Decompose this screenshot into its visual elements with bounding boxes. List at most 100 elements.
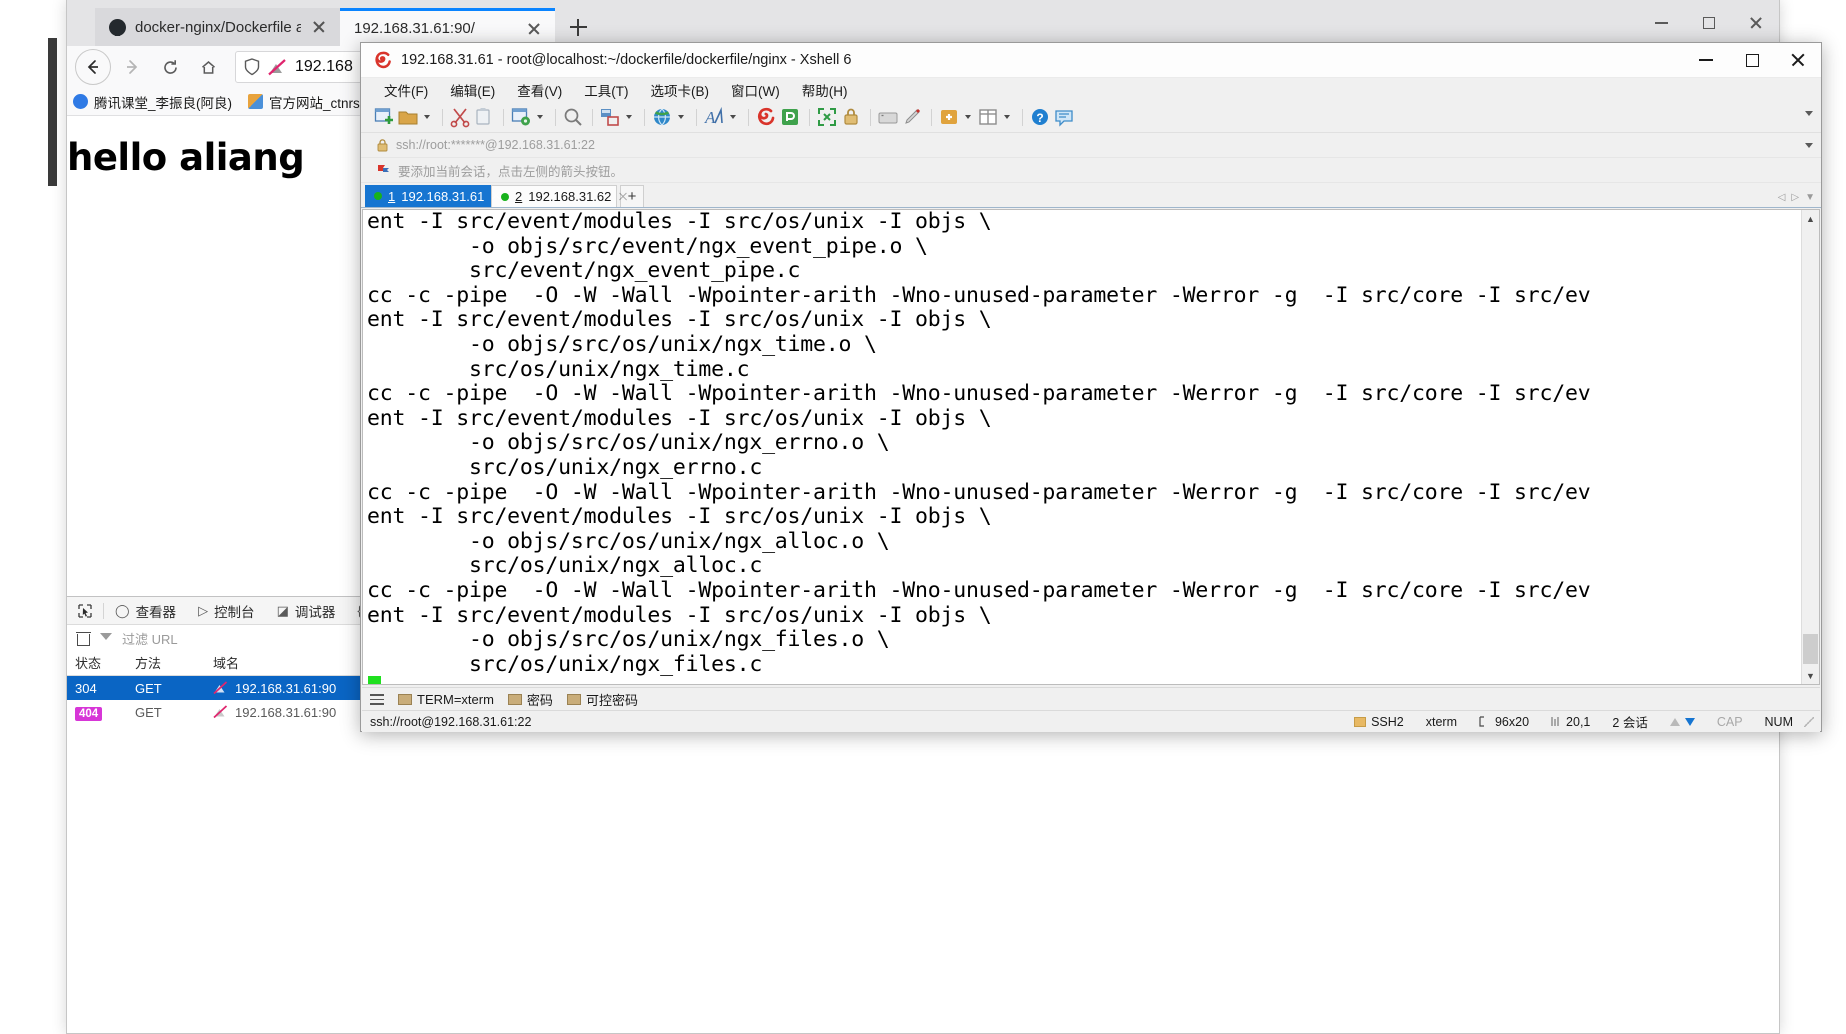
scroll-up-icon[interactable]: ▲ bbox=[1802, 210, 1819, 227]
status-dot-icon bbox=[374, 192, 382, 200]
open-folder-icon[interactable] bbox=[397, 106, 419, 128]
chevron-down-icon[interactable] bbox=[623, 106, 634, 128]
row-method: GET bbox=[135, 704, 162, 720]
feedback-icon[interactable] bbox=[1053, 106, 1075, 128]
svg-text:A: A bbox=[704, 108, 716, 127]
cut-icon[interactable] bbox=[449, 106, 471, 128]
status-size: 96x20 bbox=[1468, 715, 1540, 729]
hamburger-icon[interactable] bbox=[370, 694, 384, 705]
highlight-pen-icon[interactable] bbox=[901, 106, 923, 128]
menu-tools[interactable]: 工具(T) bbox=[573, 80, 639, 100]
lock-icon[interactable] bbox=[840, 106, 862, 128]
menu-window[interactable]: 窗口(W) bbox=[720, 80, 791, 100]
keyboard-icon[interactable] bbox=[877, 106, 899, 128]
xftp-green-icon[interactable] bbox=[779, 106, 801, 128]
scroll-left-icon[interactable]: ◁ bbox=[1778, 192, 1786, 203]
minimize-button[interactable] bbox=[1683, 43, 1729, 77]
ssh-url-text: ssh://root:*******@192.168.31.61:22 bbox=[396, 138, 595, 152]
session-tab-1[interactable]: 1 192.168.31.61 bbox=[365, 185, 491, 207]
resize-grip[interactable] bbox=[1804, 716, 1814, 727]
session-tab-2[interactable]: 2 192.168.31.62 bbox=[491, 185, 617, 207]
find-icon[interactable] bbox=[562, 106, 584, 128]
keyboard-icon bbox=[566, 694, 581, 705]
session-properties-icon[interactable] bbox=[510, 106, 532, 128]
blocked-icon bbox=[213, 705, 228, 719]
menu-edit[interactable]: 编辑(E) bbox=[439, 80, 506, 100]
scroll-right-icon[interactable]: ▷ bbox=[1791, 192, 1799, 203]
inspector-icon: ◯ bbox=[115, 602, 130, 618]
globe-icon[interactable] bbox=[651, 106, 673, 128]
tab-list-icon[interactable]: ▼ bbox=[1805, 192, 1815, 203]
quick-button-term[interactable]: TERM=xterm bbox=[398, 692, 494, 707]
column-header-method[interactable]: 方法 bbox=[135, 653, 213, 672]
xshell-quick-command-bar: TERM=xterm 密码 可控密码 bbox=[362, 687, 1820, 711]
browser-tab-title: 192.168.31.61:90/ bbox=[354, 20, 475, 37]
new-tab-button[interactable] bbox=[561, 10, 595, 44]
close-icon[interactable] bbox=[525, 20, 543, 38]
menu-file[interactable]: 文件(F) bbox=[373, 80, 439, 100]
quick-button-controllable-password[interactable]: 可控密码 bbox=[566, 690, 638, 709]
chevron-down-icon[interactable] bbox=[962, 106, 973, 128]
tab-inspector[interactable]: ◯ 查看器 bbox=[104, 597, 187, 624]
chevron-down-icon[interactable] bbox=[1805, 142, 1813, 148]
fullscreen-icon[interactable] bbox=[816, 106, 838, 128]
maximize-button[interactable] bbox=[1729, 43, 1775, 77]
status-transfer-indicators bbox=[1659, 717, 1706, 726]
chevron-down-icon[interactable] bbox=[1001, 106, 1012, 128]
maximize-button[interactable] bbox=[1685, 0, 1732, 46]
trash-icon[interactable] bbox=[76, 631, 91, 646]
tab-debugger[interactable]: ◪ 调试器 bbox=[266, 597, 347, 624]
font-icon[interactable]: A bbox=[703, 106, 725, 128]
row-method: GET bbox=[135, 680, 162, 696]
bookmark-icon bbox=[248, 94, 263, 109]
tab-scroll-controls[interactable]: ◁ ▷ ▼ bbox=[1778, 192, 1815, 203]
menu-tabs[interactable]: 选项卡(B) bbox=[640, 80, 721, 100]
chevron-down-icon[interactable] bbox=[675, 106, 686, 128]
paste-icon[interactable] bbox=[473, 106, 495, 128]
quick-button-password[interactable]: 密码 bbox=[507, 690, 553, 709]
menu-help[interactable]: 帮助(H) bbox=[791, 80, 859, 100]
browser-tab-nginx[interactable]: 192.168.31.61:90/ bbox=[340, 8, 555, 46]
xshell-address-bar[interactable]: ssh://root:*******@192.168.31.61:22 bbox=[361, 133, 1821, 158]
browser-tab-title: docker-nginx/Dockerfile at bbox=[135, 18, 301, 36]
scrollbar-thumb[interactable] bbox=[1803, 634, 1818, 664]
reload-button[interactable] bbox=[153, 50, 187, 84]
close-button[interactable] bbox=[1775, 43, 1821, 77]
help-icon[interactable]: ? bbox=[1029, 106, 1051, 128]
back-button[interactable] bbox=[75, 49, 111, 85]
transfer-files-icon[interactable] bbox=[599, 106, 621, 128]
home-button[interactable] bbox=[191, 50, 225, 84]
layout-icon[interactable] bbox=[977, 106, 999, 128]
new-session-icon[interactable] bbox=[373, 106, 395, 128]
shield-icon[interactable] bbox=[244, 58, 260, 76]
folder-icon bbox=[1354, 716, 1367, 727]
status-protocol: SSH2 bbox=[1343, 715, 1415, 729]
forward-button[interactable] bbox=[115, 50, 149, 84]
add-item-icon[interactable] bbox=[938, 106, 960, 128]
svg-text:?: ? bbox=[1036, 111, 1043, 125]
bookmark-item-tencent[interactable]: 腾讯课堂_李振良(阿良) bbox=[73, 92, 232, 112]
home-icon bbox=[201, 60, 215, 74]
toolbar-overflow-chevron-icon[interactable] bbox=[1805, 111, 1813, 116]
browser-tab-github[interactable]: docker-nginx/Dockerfile at bbox=[95, 8, 340, 46]
close-icon[interactable] bbox=[310, 18, 328, 36]
close-button[interactable] bbox=[1732, 0, 1779, 46]
chevron-down-icon[interactable] bbox=[534, 106, 545, 128]
minimize-button[interactable] bbox=[1638, 0, 1685, 46]
terminal-scrollbar[interactable]: ▲ ▼ bbox=[1801, 210, 1819, 684]
status-num: NUM bbox=[1764, 714, 1793, 729]
row-status: 404 bbox=[67, 705, 135, 721]
page-title: hello aliang bbox=[67, 136, 305, 179]
element-picker-icon[interactable] bbox=[67, 597, 103, 624]
menu-view[interactable]: 查看(V) bbox=[506, 80, 573, 100]
noscript-blocked-icon[interactable] bbox=[268, 58, 287, 76]
chevron-down-icon[interactable] bbox=[727, 106, 738, 128]
tab-console[interactable]: ▷ 控制台 bbox=[187, 597, 266, 624]
xshell-red-icon[interactable] bbox=[755, 106, 777, 128]
terminal-screen[interactable]: ent -I src/event/modules -I src/os/unix … bbox=[362, 209, 1820, 685]
arrow-left-icon bbox=[87, 60, 98, 74]
scroll-down-icon[interactable]: ▼ bbox=[1802, 667, 1819, 684]
column-header-status[interactable]: 状态 bbox=[67, 653, 135, 672]
filter-url-input[interactable]: 过滤 URL bbox=[122, 629, 178, 648]
chevron-down-icon[interactable] bbox=[421, 106, 432, 128]
